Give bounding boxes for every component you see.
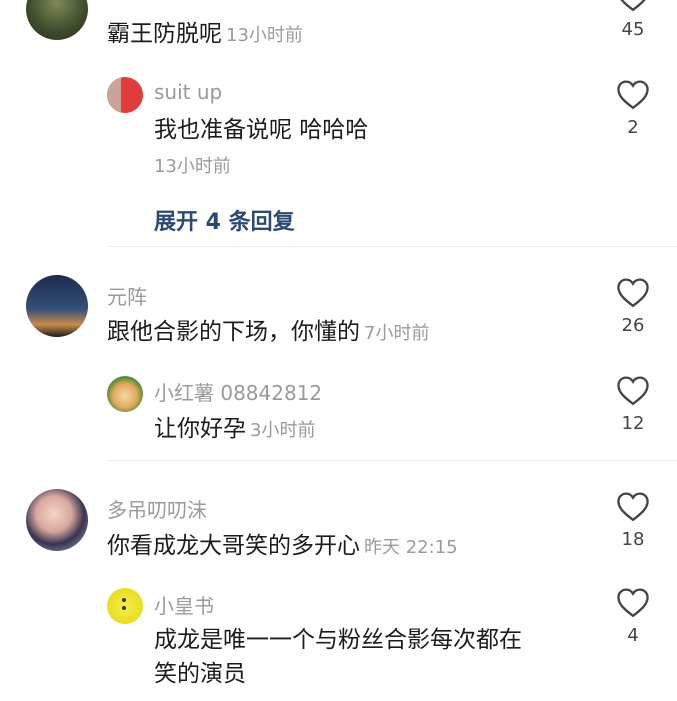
heart-icon [617,80,649,110]
like-count: 18 [621,529,645,550]
reply-text: 我也准备说呢 哈哈哈 [154,117,369,143]
like-count: 2 [627,117,639,138]
comment-text: 你看成龙大哥笑的多开心 昨天 22:15 [107,530,458,564]
heart-icon [617,492,649,522]
like-button[interactable]: 45 [613,0,653,40]
avatar[interactable] [26,275,88,337]
like-count: 12 [621,413,645,434]
avatar[interactable] [107,376,143,412]
reply-time: 3小时前 [250,420,316,441]
heart-icon [620,0,646,12]
reply-text-continued: 笑的演员 [154,661,246,687]
comment-text: 跟他合影的下场，你懂的 7小时前 [107,316,429,350]
like-count: 45 [621,19,645,40]
avatar[interactable] [26,489,88,551]
comment-body: 你看成龙大哥笑的多开心 [107,533,360,559]
like-button[interactable]: 18 [613,490,653,550]
heart-icon [617,278,649,308]
avatar[interactable] [107,77,143,113]
reply-time: 13小时前 [154,156,231,177]
comment-author[interactable]: 多吊叨叨沫 [107,494,207,523]
reply-author[interactable]: 小红薯 08842812 [154,377,322,406]
reply-text: 成龙是唯一一个与粉丝合影每次都在 [154,627,522,653]
comment-text: 霸王防脱呢 13小时前 [107,18,303,52]
avatar[interactable] [107,588,143,624]
reply-body: 让你好孕 [154,416,246,442]
divider [107,246,677,247]
reply-author[interactable]: 小皇书 [154,590,214,619]
comment-author[interactable]: 元阵 [107,281,147,310]
heart-icon [617,376,649,406]
like-button[interactable]: 12 [613,374,653,434]
heart-icon [617,588,649,618]
expand-replies-button[interactable]: 展开 4 条回复 [154,204,295,236]
like-button[interactable]: 26 [613,276,653,336]
like-count: 4 [627,625,639,646]
divider [107,460,677,461]
comment-body: 跟他合影的下场，你懂的 [107,319,360,345]
reply-author[interactable]: suit up [154,80,222,104]
avatar[interactable] [26,0,88,40]
comment-body: 霸王防脱呢 [107,21,222,47]
comment-time: 7小时前 [364,323,430,344]
reply-text: 让你好孕 3小时前 [154,413,315,447]
comment-time: 昨天 22:15 [364,537,458,558]
comment-time: 13小时前 [226,25,303,46]
like-button[interactable]: 4 [613,586,653,646]
like-count: 26 [621,315,645,336]
like-button[interactable]: 2 [613,78,653,138]
